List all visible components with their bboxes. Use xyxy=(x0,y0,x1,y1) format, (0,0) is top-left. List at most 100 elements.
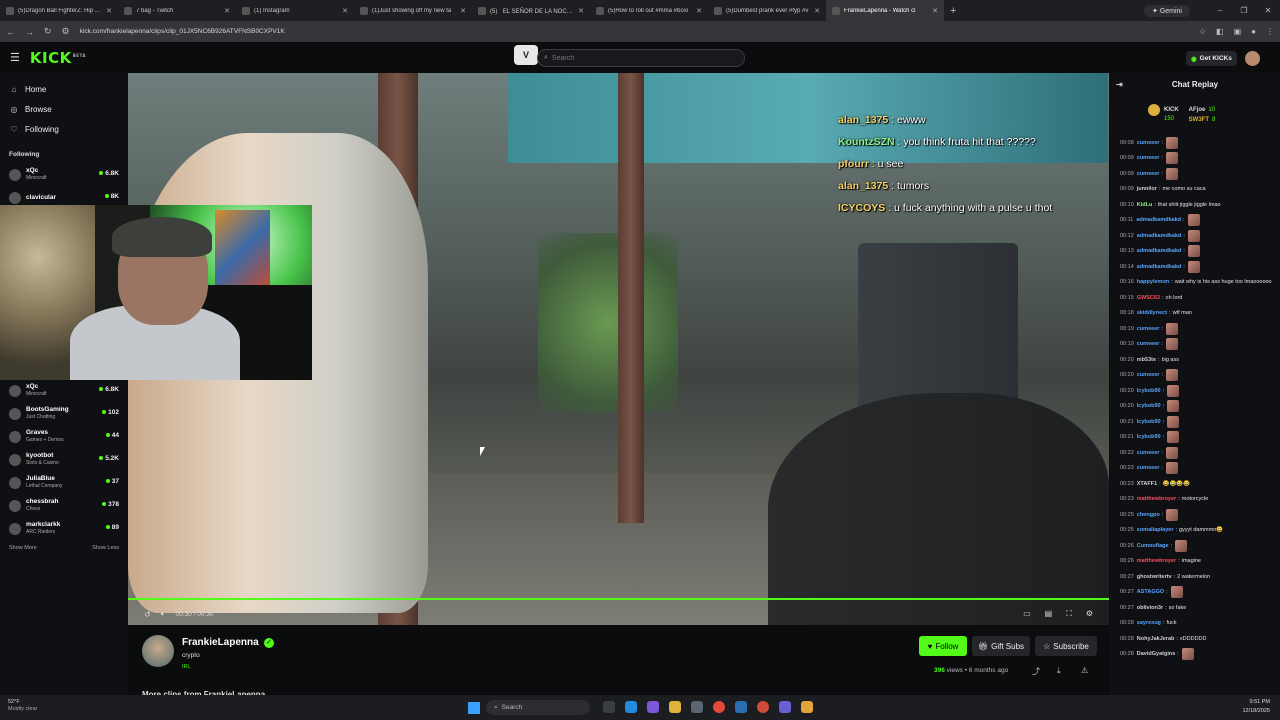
volume-icon[interactable]: 🔈︎ xyxy=(161,609,166,619)
chat-username[interactable]: skiddlynect xyxy=(1137,310,1167,316)
sidebar-channel[interactable]: Graves Games + Demos 44 xyxy=(0,425,127,448)
system-tray-clock[interactable]: 9:51 PM 12/18/2025 xyxy=(1242,698,1270,716)
chat-username[interactable]: lcybob90 xyxy=(1137,419,1161,425)
browser-tab[interactable]: (5)How to roll out #mma #boxi ✕ xyxy=(590,0,708,21)
bookmark-star-icon[interactable]: ☆ xyxy=(1199,27,1206,36)
chat-username[interactable]: cumeeer xyxy=(1137,372,1160,378)
sidebar-channel[interactable]: xQc Minecraft 6.8K xyxy=(0,379,127,402)
close-window-icon[interactable]: ✕ xyxy=(1256,6,1280,15)
maximize-icon[interactable]: ❐ xyxy=(1232,6,1256,15)
sidebar-channel[interactable]: markclarkk ARC Raiders 89 xyxy=(0,517,127,540)
close-tab-icon[interactable]: ✕ xyxy=(814,7,820,15)
close-tab-icon[interactable]: ✕ xyxy=(342,7,348,15)
chat-username[interactable]: somaliaplayer xyxy=(1137,527,1174,533)
weather-widget[interactable]: 52°F Mostly clear xyxy=(8,699,37,713)
streamer-avatar[interactable] xyxy=(142,635,174,667)
chat-username[interactable]: mb53te xyxy=(1137,357,1156,363)
edge-icon[interactable] xyxy=(625,701,637,713)
show-more-button[interactable]: Show More xyxy=(9,545,37,551)
theater-mode-icon[interactable]: ▤ xyxy=(1045,609,1053,619)
chat-username[interactable]: lcybob90 xyxy=(1137,388,1161,394)
share-icon[interactable]: ⤴ xyxy=(1032,666,1040,677)
gift-subs-button[interactable]: 🎁︎ Gift Subs xyxy=(972,636,1030,656)
sidebar-channel[interactable]: kyootbot Slots & Casino 5.2K xyxy=(0,448,127,471)
new-tab-button[interactable]: + xyxy=(944,5,962,17)
minimize-icon[interactable]: – xyxy=(1208,6,1232,15)
site-info-icon[interactable]: ⚙ xyxy=(62,26,70,37)
follow-button[interactable]: ♥ Follow xyxy=(919,636,967,656)
chat-username[interactable]: admadkamdkakd xyxy=(1136,217,1181,223)
chat-username[interactable]: ASTAGGO xyxy=(1137,589,1164,595)
close-tab-icon[interactable]: ✕ xyxy=(106,7,112,15)
back-icon[interactable]: ← xyxy=(6,27,15,37)
chat-username[interactable]: cumeeer xyxy=(1137,155,1160,161)
gemini-button[interactable]: ✦ Gemini xyxy=(1144,4,1190,17)
miniplayer-icon[interactable]: ▭ xyxy=(1023,609,1031,619)
windows-start-icon[interactable] xyxy=(468,702,480,714)
steam-icon[interactable] xyxy=(735,701,747,713)
settings-icon[interactable]: ⚙ xyxy=(1086,609,1093,619)
task-view-icon[interactable] xyxy=(603,701,615,713)
close-tab-icon[interactable]: ✕ xyxy=(696,7,702,15)
chat-username[interactable]: cumeeer xyxy=(1137,341,1160,347)
chat-username[interactable]: KidLu xyxy=(1137,202,1153,208)
chat-username[interactable]: admadkamdkakd xyxy=(1137,264,1182,270)
chat-username[interactable]: matthewbroyer xyxy=(1137,558,1176,564)
browser-tab[interactable]: (5)Dragon Ball FighterZ: Hip Ho ✕ xyxy=(0,0,118,21)
settings-app-icon[interactable] xyxy=(691,701,703,713)
browser-tab[interactable]: FrankieLapenna - Watch cl ✕ xyxy=(826,0,944,21)
chat-username[interactable]: Cumouflage xyxy=(1137,543,1169,549)
search-box[interactable]: ⌕ xyxy=(537,49,745,67)
chat-username[interactable]: matthewbroyer xyxy=(1137,496,1176,502)
kick-logo[interactable]: KICKBETA xyxy=(30,49,86,67)
sidebar-channel[interactable]: JuliaBlue Lethal Company 37 xyxy=(0,471,127,494)
extensions-icon[interactable]: ◧ xyxy=(1216,27,1224,36)
reload-icon[interactable]: ↻ xyxy=(44,26,52,37)
subscribe-button[interactable]: ☆ Subscribe xyxy=(1035,636,1097,656)
close-tab-icon[interactable]: ✕ xyxy=(224,7,230,15)
chrome-icon[interactable] xyxy=(713,701,725,713)
sidebar-channel[interactable]: BootsGaming Just Chatting 102 xyxy=(0,402,127,425)
file-explorer-icon[interactable] xyxy=(669,701,681,713)
hamburger-menu-icon[interactable]: ☰ xyxy=(10,51,20,64)
browser-tab[interactable]: 7 bag - Twitch ✕ xyxy=(118,0,236,21)
replay-icon[interactable]: ↺ xyxy=(144,610,151,619)
clip-category[interactable]: IRL xyxy=(182,664,191,670)
user-avatar[interactable] xyxy=(1245,51,1260,66)
forward-icon[interactable]: → xyxy=(25,27,34,37)
app-icon[interactable] xyxy=(757,701,769,713)
chat-username[interactable]: admadkamdkakd xyxy=(1137,233,1182,239)
chat-username[interactable]: cumeeer xyxy=(1137,140,1160,146)
chat-username[interactable]: chengpo xyxy=(1137,512,1160,518)
get-kicks-button[interactable]: ◉ Get KICKs xyxy=(1186,51,1237,66)
close-tab-icon[interactable]: ✕ xyxy=(932,7,938,15)
sidebar-item-browse[interactable]: ◎ Browse xyxy=(0,99,127,119)
chat-username[interactable]: happylemon xyxy=(1137,279,1169,285)
chat-username[interactable]: GWSC63 xyxy=(1137,295,1160,301)
chat-username[interactable]: oblivion3r xyxy=(1137,605,1163,611)
discord-icon[interactable] xyxy=(779,701,791,713)
chat-username[interactable]: ghostwritertv xyxy=(1137,574,1172,580)
report-icon[interactable]: ⚠ xyxy=(1081,666,1088,675)
search-input[interactable] xyxy=(551,54,732,62)
chat-username[interactable]: admadkamdkakd xyxy=(1137,248,1182,254)
show-less-button[interactable]: Show Less xyxy=(92,545,119,551)
close-tab-icon[interactable]: ✕ xyxy=(578,7,584,15)
sidepanel-icon[interactable]: ▣ xyxy=(1234,27,1242,36)
chat-username[interactable]: cumeeer xyxy=(1137,465,1160,471)
url-field[interactable]: kick.com/frankielapenna/clips/clip_01JX5… xyxy=(80,28,1189,35)
video-progress-bar[interactable] xyxy=(128,598,1109,600)
sidebar-item-home[interactable]: ⌂ Home xyxy=(0,79,127,99)
fullscreen-icon[interactable]: ⛶ xyxy=(1066,609,1072,619)
browser-tab[interactable]: (5)Dumbest prank ever #fyp #v ✕ xyxy=(708,0,826,21)
streamer-name[interactable]: FrankieLapenna xyxy=(182,637,259,648)
menu-icon[interactable]: ⋮ xyxy=(1266,27,1274,36)
app-icon[interactable] xyxy=(801,701,813,713)
chat-username[interactable]: DavidGyatgins xyxy=(1137,651,1176,657)
chat-username[interactable]: lcybob90 xyxy=(1137,434,1161,440)
chat-username[interactable]: NohyJakJerab xyxy=(1137,636,1175,642)
sidebar-channel[interactable]: chessbrah Chess 378 xyxy=(0,494,127,517)
chat-username[interactable]: XTAFF1 xyxy=(1137,481,1157,487)
collapse-chat-icon[interactable]: ⇥ xyxy=(1116,80,1123,89)
chat-username[interactable]: sayrexug xyxy=(1137,620,1161,626)
